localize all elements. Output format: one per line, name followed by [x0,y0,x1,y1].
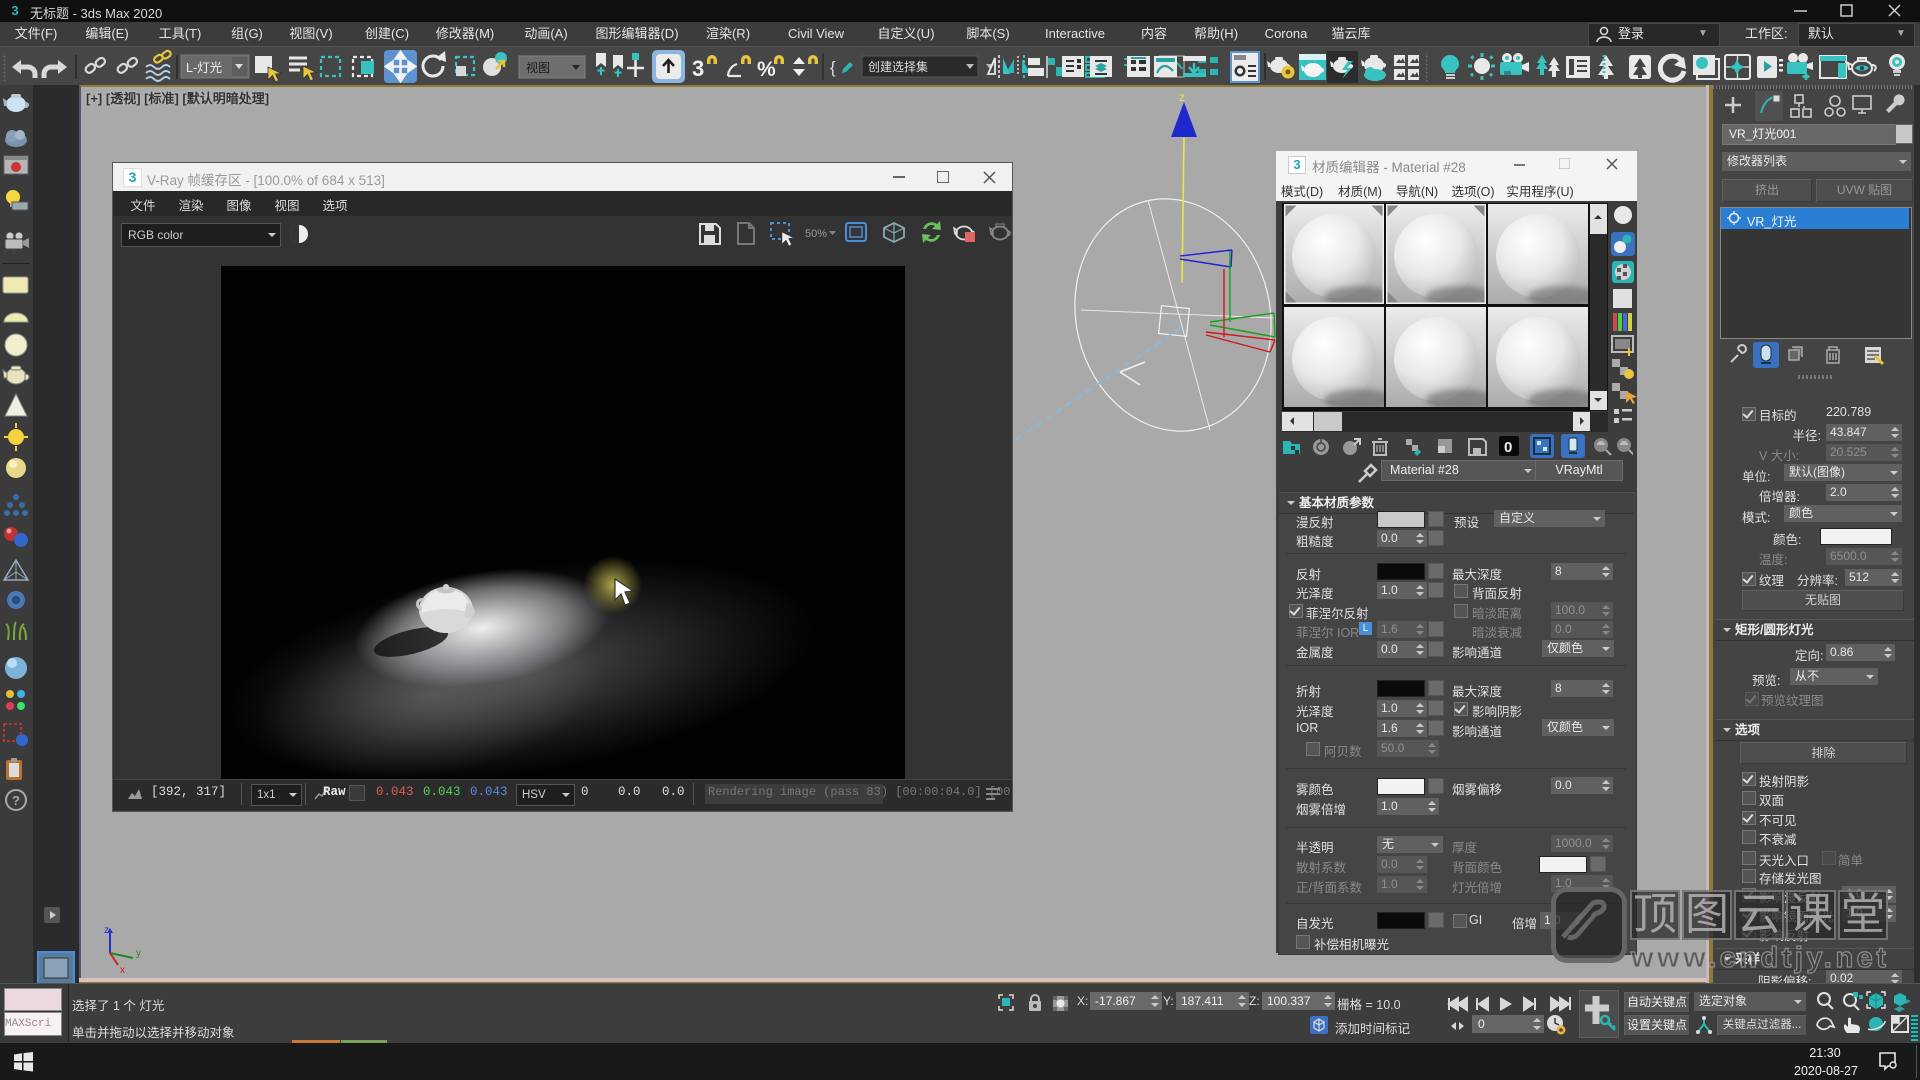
svg-text:%: % [757,58,776,81]
svg-text:L-灯光: L-灯光 [186,61,222,75]
svg-text:创建选择集: 创建选择集 [868,59,928,74]
svg-text:y: y [136,948,141,959]
svg-text:z: z [1179,90,1185,104]
svg-text:3: 3 [692,56,704,81]
svg-text:{: { [830,58,836,77]
svg-text:视图: 视图 [526,60,550,75]
svg-text:?: ? [12,793,20,808]
svg-text:50%: 50% [805,228,827,240]
svg-text:x: x [120,965,125,976]
svg-text:0: 0 [1504,439,1512,456]
svg-text:z: z [104,925,109,936]
